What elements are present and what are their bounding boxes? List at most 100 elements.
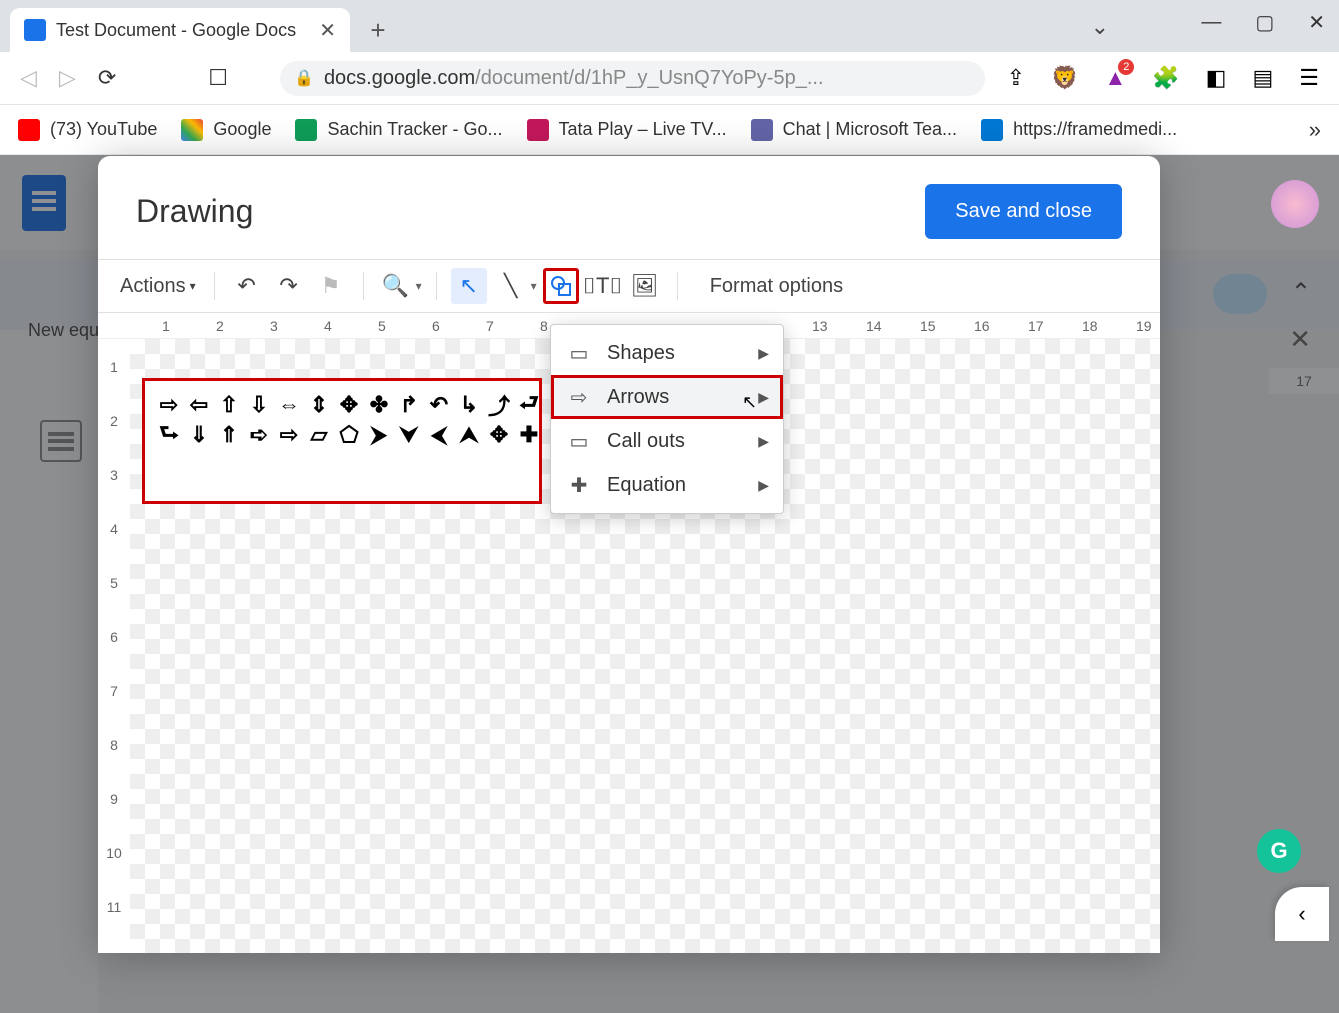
address-bar: ◁ ▷ ⟳ ☐ 🔒 docs.google.com/document/d/1hP… — [0, 52, 1339, 104]
shape-tool-icon[interactable] — [543, 268, 579, 304]
tataplay-icon — [527, 119, 549, 141]
bookmark-icon[interactable]: ☐ — [208, 65, 228, 91]
google-icon — [181, 119, 203, 141]
submenu-arrow-icon: ▶ — [758, 477, 769, 494]
paint-format-icon[interactable]: ⚑ — [313, 268, 349, 304]
arrow-shape-option[interactable]: ↱ — [395, 391, 423, 419]
arrow-shape-option[interactable]: ⮟ — [395, 421, 423, 449]
undo-icon[interactable]: ↶ — [229, 268, 265, 304]
image-tool-icon[interactable]: 🖼 — [627, 268, 663, 304]
actions-menu-button[interactable]: Actions▾ — [116, 269, 200, 304]
arrow-shape-option[interactable]: ⇔ — [275, 391, 303, 419]
arrow-shape-option[interactable]: ⮑ — [155, 421, 183, 449]
arrow-shape-option[interactable]: ➪ — [245, 421, 273, 449]
tab-dropdown-icon[interactable]: ⌄ — [1091, 14, 1109, 40]
arrow-shape-option[interactable]: ✥ — [335, 391, 363, 419]
zoom-dropdown-icon[interactable]: ▾ — [416, 279, 422, 293]
submenu-arrow-icon: ▶ — [758, 389, 769, 406]
close-tab-icon[interactable]: ✕ — [319, 18, 336, 43]
bookmark-youtube[interactable]: (73) YouTube — [18, 119, 157, 141]
extensions-icon[interactable]: 🧩 — [1152, 65, 1179, 91]
arrow-shape-option[interactable]: ⇕ — [305, 391, 333, 419]
bookmark-sheets[interactable]: Sachin Tracker - Go... — [295, 119, 502, 141]
arrows-palette: ⇨⇦⇧⇩⇔⇕✥✤↱↶↳⤴⮐⮑⇓⇑➪⇨▱⬠⮞⮟⮜⮝✥✚ — [142, 378, 542, 504]
bookmark-teams[interactable]: Chat | Microsoft Tea... — [751, 119, 957, 141]
bookmark-tata[interactable]: Tata Play – Live TV... — [527, 119, 727, 141]
arrow-shape-option[interactable]: ✚ — [515, 421, 543, 449]
share-icon[interactable]: ⇪ — [1007, 65, 1025, 91]
browser-chrome: Test Document - Google Docs ✕ + ⌄ — ▢ ✕ … — [0, 0, 1339, 155]
bookmarks-overflow-icon[interactable]: » — [1309, 117, 1321, 143]
save-and-close-button[interactable]: Save and close — [925, 184, 1122, 239]
arrow-shape-option[interactable]: ⇧ — [215, 391, 243, 419]
vertical-ruler: 1 2 3 4 5 6 7 8 9 10 11 — [98, 339, 130, 953]
arrow-shape-option[interactable]: ⮞ — [365, 421, 393, 449]
line-dropdown-icon[interactable]: ▾ — [531, 279, 537, 293]
arrow-shape-option[interactable]: ↶ — [425, 391, 453, 419]
back-icon[interactable]: ◁ — [20, 65, 37, 91]
maximize-icon[interactable]: ▢ — [1255, 10, 1274, 35]
select-tool-icon[interactable]: ↖ — [451, 268, 487, 304]
arrow-shape-option[interactable]: ⇩ — [245, 391, 273, 419]
submenu-arrow-icon: ▶ — [758, 345, 769, 362]
shapes-icon: ▭ — [567, 341, 591, 365]
arrow-shape-option[interactable]: ⇑ — [215, 421, 243, 449]
equation-icon: ✚ — [567, 473, 591, 497]
forward-icon[interactable]: ▷ — [59, 65, 76, 91]
tab-bar: Test Document - Google Docs ✕ + ⌄ — ▢ ✕ — [0, 0, 1339, 52]
arrow-shape-option[interactable]: ⇨ — [155, 391, 183, 419]
arrow-shape-option[interactable]: ✥ — [485, 421, 513, 449]
tab-title: Test Document - Google Docs — [56, 20, 309, 41]
menu-item-arrows[interactable]: ⇨ Arrows ▶ — [551, 375, 783, 419]
url-text: docs.google.com/document/d/1hP_y_UsnQ7Yo… — [324, 67, 824, 90]
arrow-grid: ⇨⇦⇧⇩⇔⇕✥✤↱↶↳⤴⮐⮑⇓⇑➪⇨▱⬠⮞⮟⮜⮝✥✚ — [155, 391, 529, 449]
onedrive-icon — [981, 119, 1003, 141]
arrow-shape-option[interactable]: ⮝ — [455, 421, 483, 449]
bookmark-google[interactable]: Google — [181, 119, 271, 141]
browser-tab[interactable]: Test Document - Google Docs ✕ — [10, 8, 350, 52]
new-tab-button[interactable]: + — [360, 12, 396, 48]
redo-icon[interactable]: ↷ — [271, 268, 307, 304]
wallet-icon[interactable]: ▤ — [1252, 65, 1273, 91]
zoom-icon[interactable]: 🔍 — [378, 268, 414, 304]
sidebar-icon[interactable]: ◧ — [1206, 65, 1227, 91]
url-field[interactable]: 🔒 docs.google.com/document/d/1hP_y_UsnQ7… — [280, 61, 985, 96]
line-tool-icon[interactable]: ╲ — [493, 268, 529, 304]
arrow-shape-option[interactable]: ⮐ — [515, 391, 543, 419]
arrow-shape-option[interactable]: ⤴ — [485, 391, 513, 419]
menu-item-equation[interactable]: ✚ Equation ▶ — [551, 463, 783, 507]
docs-favicon-icon — [24, 19, 46, 41]
badge-count: 2 — [1118, 59, 1134, 75]
separator — [363, 272, 364, 300]
format-options-button[interactable]: Format options — [710, 275, 843, 298]
profile-avatar[interactable] — [1271, 180, 1319, 228]
equation-bar-close-icon[interactable]: ✕ — [1289, 324, 1311, 355]
arrow-shape-option[interactable]: ⇨ — [275, 421, 303, 449]
menu-item-callouts[interactable]: ▭ Call outs ▶ — [551, 419, 783, 463]
arrow-shape-option[interactable]: ⇓ — [185, 421, 213, 449]
toolbar-right-icons: ⇪ 🦁 ▲2 🧩 ◧ ▤ ☰ — [1007, 65, 1319, 91]
arrow-shape-option[interactable]: ✤ — [365, 391, 393, 419]
reload-icon[interactable]: ⟳ — [98, 65, 116, 91]
minimize-icon[interactable]: — — [1201, 11, 1221, 34]
arrow-shape-option[interactable]: ▱ — [305, 421, 333, 449]
menu-icon[interactable]: ☰ — [1299, 65, 1319, 91]
bookmarks-bar: (73) YouTube Google Sachin Tracker - Go.… — [0, 104, 1339, 154]
separator — [677, 272, 678, 300]
brave-rewards-icon[interactable]: ▲2 — [1104, 65, 1126, 91]
arrow-shape-option[interactable]: ⇦ — [185, 391, 213, 419]
textbox-tool-icon[interactable]: ⌷T⌷ — [585, 268, 621, 304]
separator — [436, 272, 437, 300]
grammarly-badge-icon[interactable]: G — [1257, 829, 1301, 873]
arrow-shape-option[interactable]: ⬠ — [335, 421, 363, 449]
separator — [214, 272, 215, 300]
arrow-shape-option[interactable]: ⮜ — [425, 421, 453, 449]
brave-shield-icon[interactable]: 🦁 — [1051, 65, 1078, 91]
explore-fab-icon[interactable]: ‹ — [1275, 887, 1329, 941]
arrow-shape-option[interactable]: ↳ — [455, 391, 483, 419]
bookmark-onedrive[interactable]: https://framedmedi... — [981, 119, 1177, 141]
menu-item-shapes[interactable]: ▭ Shapes ▶ — [551, 331, 783, 375]
dialog-header: Drawing Save and close — [98, 156, 1160, 259]
dialog-title: Drawing — [136, 193, 253, 230]
close-window-icon[interactable]: ✕ — [1308, 10, 1325, 35]
